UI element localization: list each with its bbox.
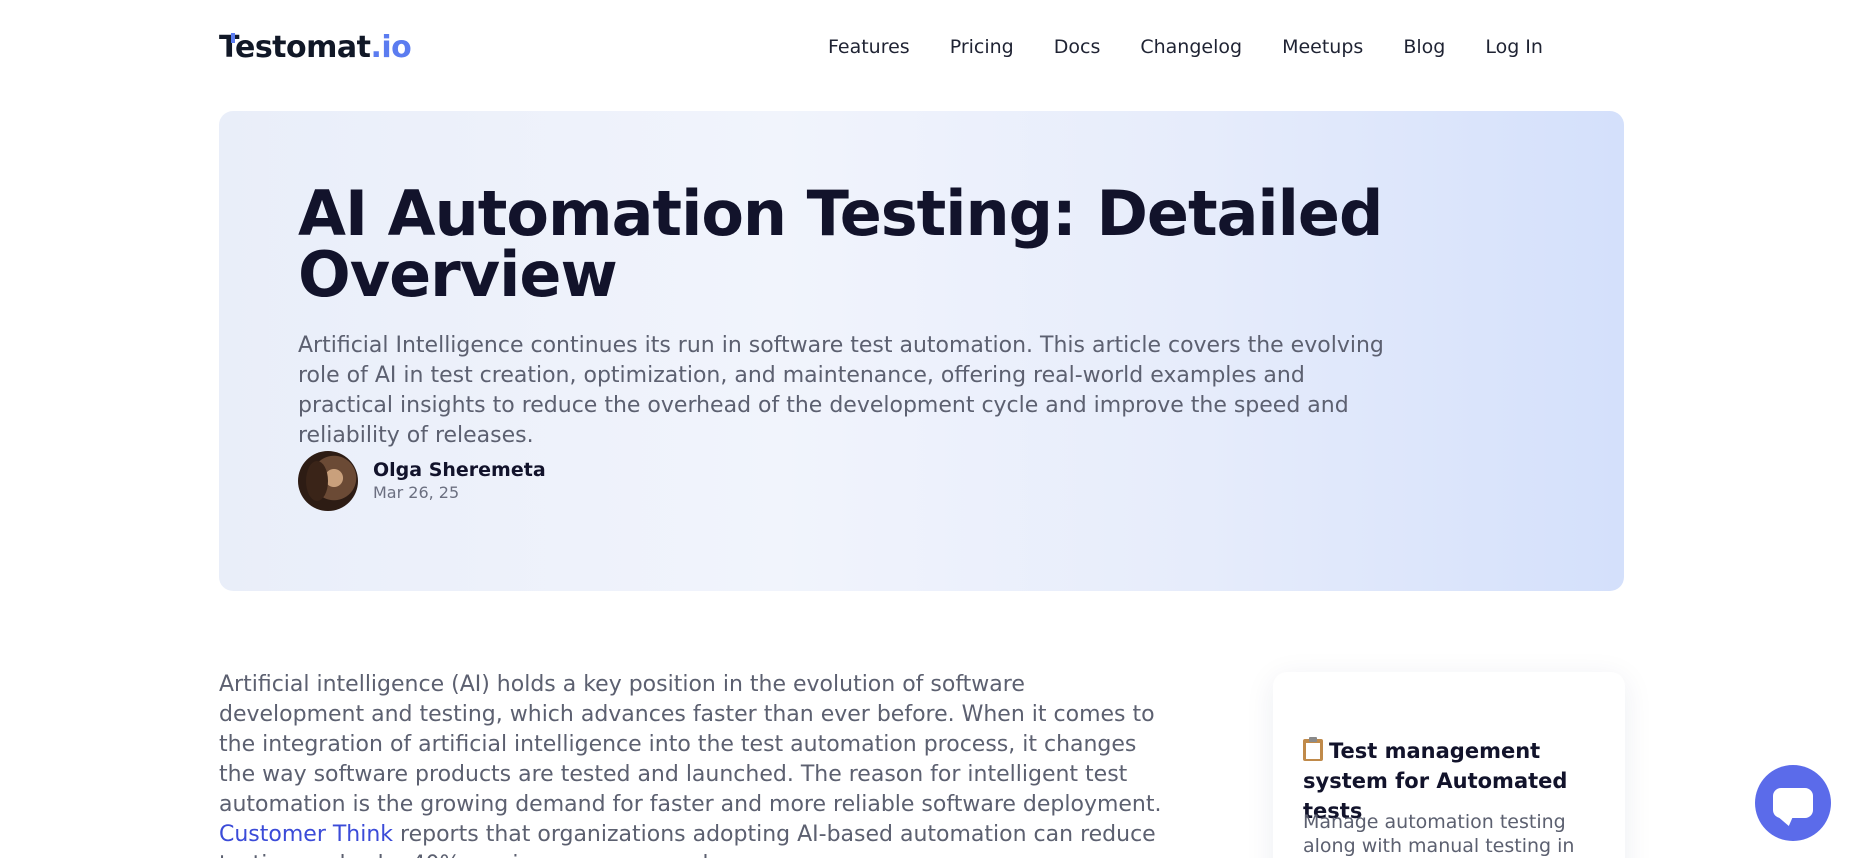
main-nav: Features Pricing Docs Changelog Meetups … [828,36,1583,58]
page-subtitle: Artificial Intelligence continues its ru… [298,333,1384,448]
nav-blog[interactable]: Blog [1403,36,1445,58]
nav-changelog[interactable]: Changelog [1140,36,1242,58]
chat-icon [1773,788,1813,818]
hero-banner: AI Automation Testing: Detailed Overview… [219,111,1624,591]
chat-button[interactable] [1755,765,1831,841]
nav-pricing[interactable]: Pricing [950,36,1014,58]
logo-text: Testomat [219,30,371,65]
testomat-logo[interactable]: Testomat.io [219,30,412,65]
nav-features[interactable]: Features [828,36,910,58]
logo-suffix: .io [370,30,412,65]
promo-card[interactable]: Test management system for Automated tes… [1273,672,1625,858]
publish-date: Mar 26, 25 [373,483,460,502]
author-name[interactable]: Olga Sheremeta [373,458,546,482]
article-paragraph: Artificial intelligence (AI) holds a key… [219,670,1169,858]
article-text-start: Artificial intelligence (AI) holds a key… [219,672,1162,817]
clipboard-icon [1303,737,1323,761]
site-header: Testomat.io Features Pricing Docs Change… [0,0,1850,96]
promo-card-text: Manage automation testing along with man… [1303,811,1575,857]
author-block: Olga Sheremeta Mar 26, 25 [298,451,546,511]
article-body: Artificial intelligence (AI) holds a key… [219,670,1169,858]
nav-docs[interactable]: Docs [1054,36,1101,58]
nav-meetups[interactable]: Meetups [1282,36,1363,58]
page-title: AI Automation Testing: Detailed Overview [298,177,1383,311]
author-avatar [298,451,358,511]
nav-login[interactable]: Log In [1485,36,1543,58]
customer-think-link[interactable]: Customer Think [219,822,393,847]
